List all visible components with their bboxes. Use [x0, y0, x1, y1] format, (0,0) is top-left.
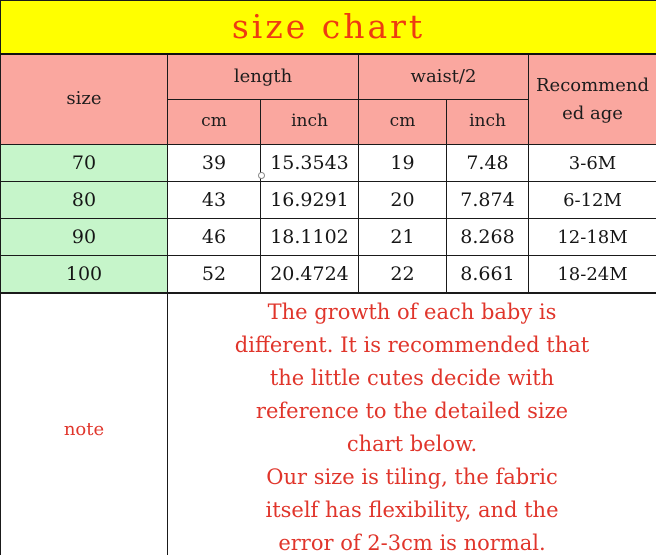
cell-waist-cm: 19: [358, 144, 447, 182]
header-group-waist: waist/2: [358, 53, 529, 100]
cell-length-inch: 15.3543: [260, 144, 359, 182]
table-row: 90 46 18.1102 21 8.268 12-18M: [0, 218, 656, 256]
cell-age: 3-6M: [528, 144, 656, 182]
header-length-inch: inch: [260, 99, 359, 145]
table-row: 70 39 15.3543 19 7.48 3-6M: [0, 144, 656, 182]
header-group-row: size length waist/2 Recommend ed age: [0, 53, 656, 145]
cell-waist-inch: 7.874: [446, 181, 529, 219]
cell-waist-cm: 20: [358, 181, 447, 219]
header-group-length: length: [167, 53, 359, 100]
cell-length-cm: 46: [167, 218, 261, 256]
cell-size: 70: [0, 144, 168, 182]
cell-waist-cm: 21: [358, 218, 447, 256]
cell-waist-inch: 8.268: [446, 218, 529, 256]
note-body-cell: The growth of each baby is different. It…: [167, 292, 656, 555]
header-size: size: [0, 53, 168, 145]
cell-length-inch: 16.9291: [260, 181, 359, 219]
chart-title: size chart: [231, 7, 426, 46]
table-row: 80 43 16.9291 20 7.874 6-12M: [0, 181, 656, 219]
cell-waist-inch: 8.661: [446, 255, 529, 294]
header-length-cm: cm: [167, 99, 261, 145]
cell-size: 90: [0, 218, 168, 256]
cell-length-inch: 20.4724: [260, 255, 359, 294]
chart-title-cell: size chart: [0, 0, 656, 55]
title-row: size chart: [0, 0, 656, 55]
header-waist-cm: cm: [358, 99, 447, 145]
cell-length-cm: 52: [167, 255, 261, 294]
header-recommended-age: Recommend ed age: [528, 53, 656, 145]
cell-age: 18-24M: [528, 255, 656, 294]
note-text: The growth of each baby is different. It…: [234, 300, 590, 555]
size-chart-image: size chart size length waist/2 Recommend…: [0, 0, 656, 555]
cell-size: 80: [0, 181, 168, 219]
cell-length-cm: 39: [167, 144, 261, 182]
cell-length-inch: 18.1102: [260, 218, 359, 256]
size-chart-table: size chart size length waist/2 Recommend…: [0, 0, 656, 555]
table-row: 100 52 20.4724 22 8.661 18-24M: [0, 255, 656, 294]
note-row: note The growth of each baby is differen…: [0, 292, 656, 555]
note-label: note: [0, 292, 168, 555]
cell-age: 12-18M: [528, 218, 656, 256]
cell-length-cm: 43: [167, 181, 261, 219]
header-waist-inch: inch: [446, 99, 529, 145]
cell-age: 6-12M: [528, 181, 656, 219]
cell-waist-cm: 22: [358, 255, 447, 294]
cell-waist-inch: 7.48: [446, 144, 529, 182]
cell-size: 100: [0, 255, 168, 294]
